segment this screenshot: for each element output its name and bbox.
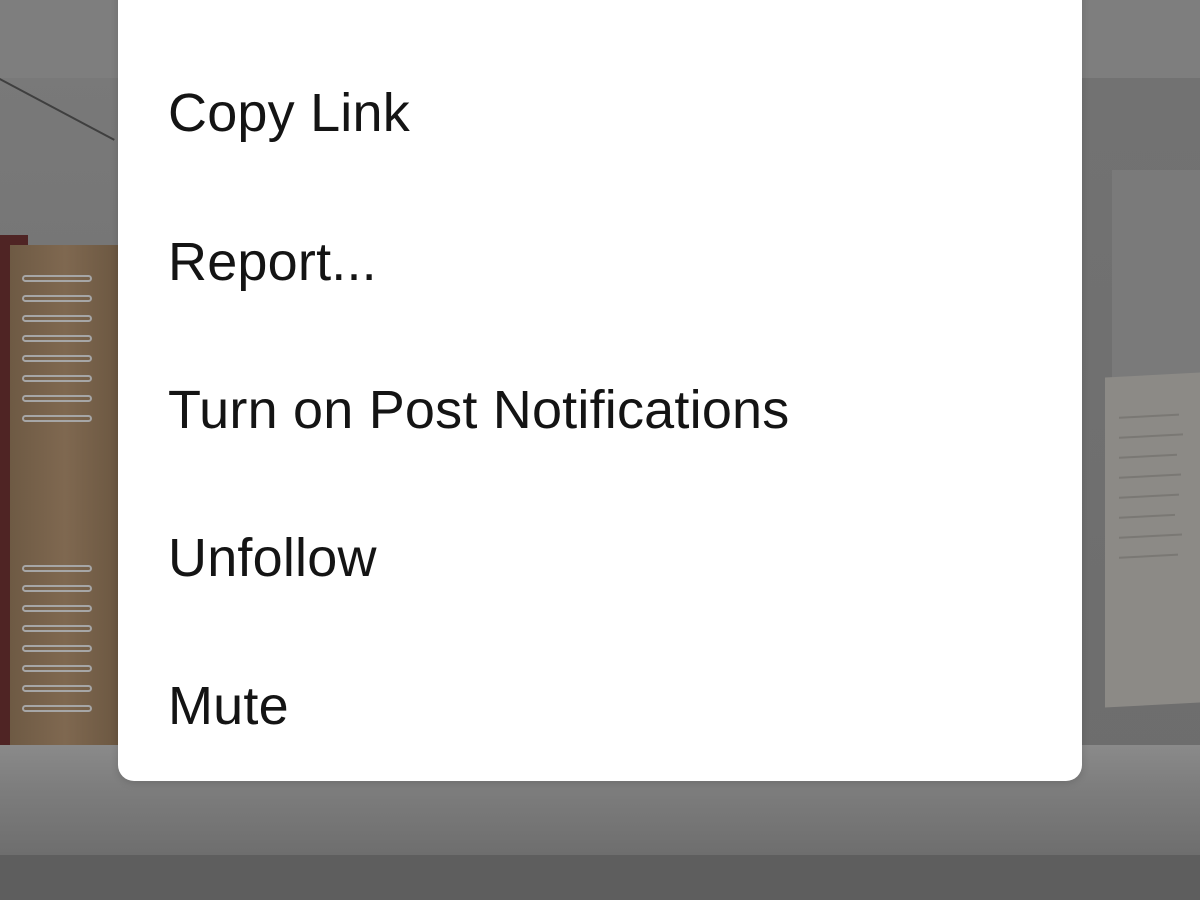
screen: Copy Link Report... Turn on Post Notific… [0,0,1200,900]
text-line [1119,413,1179,419]
text-line [1119,433,1183,439]
spiral-ring [22,295,92,302]
menu-item-copy-link[interactable]: Copy Link [118,39,1082,187]
text-line [1119,513,1175,519]
spiral-ring [22,665,92,672]
menu-item-label: Copy Link [168,83,410,143]
spiral-ring [22,335,92,342]
text-line [1119,493,1179,499]
spiral-ring [22,275,92,282]
text-line [1119,553,1178,559]
spiral-ring [22,315,92,322]
spiral-ring [22,415,92,422]
menu-item-unfollow[interactable]: Unfollow [118,484,1082,632]
spiral-ring [22,605,92,612]
text-line [1119,473,1181,479]
spiral-ring [22,585,92,592]
spiral-ring [22,375,92,382]
menu-item-label: Unfollow [168,528,377,588]
spiral-ring [22,565,92,572]
spiral-ring [22,355,92,362]
shelf-bottom [0,855,1200,900]
text-line [1119,533,1182,539]
spiral-ring [22,395,92,402]
post-options-menu: Copy Link Report... Turn on Post Notific… [118,0,1082,781]
spiral-notebook [10,245,120,750]
text-line [1119,453,1177,459]
spiral-ring [22,645,92,652]
menu-item-turn-on-post-notifications[interactable]: Turn on Post Notifications [118,336,1082,484]
menu-item-mute[interactable]: Mute [118,632,1082,780]
menu-item-label: Report... [168,232,377,292]
spiral-ring [22,705,92,712]
menu-item-report[interactable]: Report... [118,188,1082,336]
book-on-shelf [1105,372,1200,708]
menu-item-label: Mute [168,676,289,736]
spiral-ring [22,685,92,692]
spiral-ring [22,625,92,632]
menu-item-label: Turn on Post Notifications [168,380,790,440]
